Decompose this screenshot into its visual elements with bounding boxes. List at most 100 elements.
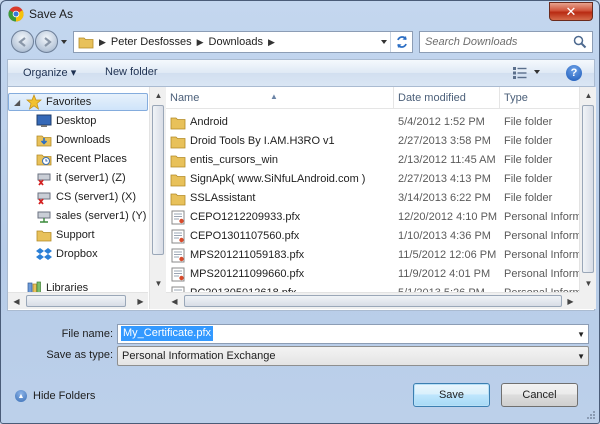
save-as-type-value: Personal Information Exchange	[122, 350, 276, 362]
table-row[interactable]: MPS201211059183.pfx 11/5/2012 12:06 PM Per…	[166, 246, 594, 265]
scroll-down-icon[interactable]: ▼	[580, 275, 597, 292]
file-name: entis_cursors_win	[190, 154, 279, 166]
scrollbar-thumb[interactable]	[582, 105, 594, 273]
save-as-type-label: Save as type:	[46, 349, 113, 361]
navigation-pane[interactable]: ◢ Favorites Desktop Downloads Recent Pla…	[8, 87, 148, 309]
table-row[interactable]: Droid Tools By I.AM.H3RO v1 2/27/2013 3:5…	[166, 132, 594, 151]
file-vertical-scrollbar[interactable]: ▲ ▼	[579, 87, 596, 292]
file-date: 2/27/2013 4:13 PM	[398, 173, 491, 185]
certificate-icon	[171, 210, 185, 225]
nav-item-label: sales (server1) (Y)	[56, 210, 147, 222]
scroll-up-icon[interactable]: ▲	[580, 87, 597, 104]
file-name-field[interactable]: My_Certificate.pfx	[121, 326, 214, 341]
new-folder-button[interactable]: New folder	[105, 66, 158, 78]
title-bar[interactable]: Save As ✕	[1, 1, 599, 27]
search-box[interactable]	[419, 31, 593, 53]
refresh-icon	[396, 36, 407, 48]
search-icon[interactable]	[573, 35, 587, 49]
save-button[interactable]: Save	[413, 383, 490, 407]
file-name: MPS201211099660.pfx	[190, 268, 305, 280]
file-name: CEPO1301107560.pfx	[190, 230, 300, 242]
back-button[interactable]	[11, 30, 34, 53]
table-row[interactable]: Android 5/4/2012 1:52 PM File folder	[166, 113, 594, 132]
nav-favorites-label: Favorites	[46, 96, 92, 108]
chevron-down-icon[interactable]	[533, 68, 541, 76]
nav-favorites[interactable]: ◢ Favorites	[8, 93, 148, 111]
file-list[interactable]: ▲ Name Date modified Type Android 5/4/201…	[166, 87, 594, 309]
forward-button[interactable]	[35, 30, 58, 53]
recent-locations-dropdown[interactable]	[59, 37, 69, 47]
hide-folders-toggle[interactable]: ▲ Hide Folders	[15, 390, 95, 402]
file-date: 11/5/2012 12:06 PM	[398, 249, 497, 261]
scroll-left-icon[interactable]: ◀	[8, 293, 25, 309]
help-icon[interactable]: ?	[566, 65, 582, 81]
nav-recent-places[interactable]: Recent Places	[8, 150, 148, 168]
nav-sales-server1[interactable]: sales (server1) (Y)	[8, 207, 148, 225]
recent-places-icon	[36, 154, 52, 166]
desktop-icon	[36, 114, 52, 127]
browser-area: ◢ Favorites Desktop Downloads Recent Pla…	[7, 87, 596, 311]
column-header-label: Name	[170, 92, 200, 104]
scrollbar-thumb[interactable]	[184, 295, 562, 307]
close-button[interactable]: ✕	[549, 2, 593, 21]
folder-icon	[170, 155, 186, 168]
breadcrumb-separator[interactable]: ▶	[99, 37, 106, 48]
save-as-type-select[interactable]: Personal Information Exchange ▼	[117, 346, 589, 366]
table-row[interactable]: CEPO1301107560.pfx 1/10/2013 4:36 PM Perso…	[166, 227, 594, 246]
file-name: SSLAssistant	[190, 192, 256, 204]
file-name: MPS201211059183.pfx	[190, 249, 305, 261]
file-horizontal-scrollbar[interactable]: ◀ ▶	[166, 292, 579, 309]
chevron-down-icon[interactable]: ▼	[577, 352, 585, 361]
column-header-name[interactable]: ▲ Name	[166, 87, 394, 109]
table-row[interactable]: entis_cursors_win 2/13/2012 11:45 AM File …	[166, 151, 594, 170]
star-icon	[26, 94, 42, 110]
nav-desktop[interactable]: Desktop	[8, 112, 148, 130]
organize-menu[interactable]: Organize ▾	[23, 66, 76, 79]
save-as-dialog: Save As ✕ ▶ Peter Desfosses ▶ Downloads …	[0, 0, 600, 424]
scroll-left-icon[interactable]: ◀	[166, 293, 183, 310]
chrome-icon	[8, 6, 24, 22]
scroll-right-icon[interactable]: ▶	[562, 293, 579, 310]
refresh-button[interactable]	[390, 32, 412, 52]
column-header-row: ▲ Name Date modified Type	[166, 87, 594, 109]
scroll-right-icon[interactable]: ▶	[132, 293, 148, 309]
breadcrumb-downloads[interactable]: Downloads	[209, 36, 263, 48]
scrollbar-thumb[interactable]	[152, 105, 164, 255]
scroll-down-icon[interactable]: ▼	[150, 275, 167, 292]
scroll-up-icon[interactable]: ▲	[150, 87, 167, 104]
nav-item-label: Support	[56, 229, 95, 241]
folder-icon	[170, 174, 186, 187]
hide-folders-label: Hide Folders	[33, 390, 96, 402]
breadcrumb-peter-desfosses[interactable]: Peter Desfosses	[111, 36, 192, 48]
table-row[interactable]: SSLAssistant 3/14/2013 6:22 PM File folder	[166, 189, 594, 208]
nav-item-label: Downloads	[56, 134, 111, 146]
table-row[interactable]: CEPO1212209933.pfx 12/20/2012 4:10 PM Pers…	[166, 208, 594, 227]
collapse-arrow-icon[interactable]: ◢	[14, 98, 22, 107]
table-row[interactable]: MPS201211099660.pfx 11/9/2012 4:01 PM Pers…	[166, 265, 594, 284]
address-bar[interactable]: ▶ Peter Desfosses ▶ Downloads ▶	[73, 31, 413, 53]
cancel-button[interactable]: Cancel	[501, 383, 578, 407]
file-date: 3/14/2013 6:22 PM	[398, 192, 491, 204]
nav-it-server1[interactable]: it (server1) (Z)	[8, 169, 148, 187]
resize-grip-icon[interactable]	[586, 410, 596, 420]
navigation-row: ▶ Peter Desfosses ▶ Downloads ▶	[7, 29, 595, 55]
nav-dropbox[interactable]: Dropbox	[8, 245, 148, 263]
nav-horizontal-scrollbar[interactable]: ◀ ▶	[8, 292, 148, 309]
chevron-down-icon[interactable]: ▼	[577, 330, 585, 339]
column-header-date[interactable]: Date modified	[394, 87, 500, 109]
nav-cs-server1[interactable]: CS (server1) (X)	[8, 188, 148, 206]
certificate-icon	[171, 229, 185, 244]
nav-vertical-scrollbar[interactable]: ▲ ▼	[149, 87, 166, 309]
file-name-combobox[interactable]: My_Certificate.pfx ▼	[117, 324, 589, 344]
nav-downloads[interactable]: Downloads	[8, 131, 148, 149]
scrollbar-thumb[interactable]	[26, 295, 126, 307]
search-input[interactable]	[425, 33, 573, 51]
nav-support[interactable]: Support	[8, 226, 148, 244]
breadcrumb-separator[interactable]: ▶	[268, 37, 275, 48]
table-row[interactable]: SignApk( www.SiNfuLAndroid.com ) 2/27/201…	[166, 170, 594, 189]
arrow-left-icon	[17, 36, 26, 47]
file-date: 12/20/2012 4:10 PM	[398, 211, 498, 223]
chevron-down-icon[interactable]	[380, 38, 388, 46]
view-options-icon[interactable]	[513, 67, 527, 79]
breadcrumb-separator[interactable]: ▶	[197, 37, 204, 48]
